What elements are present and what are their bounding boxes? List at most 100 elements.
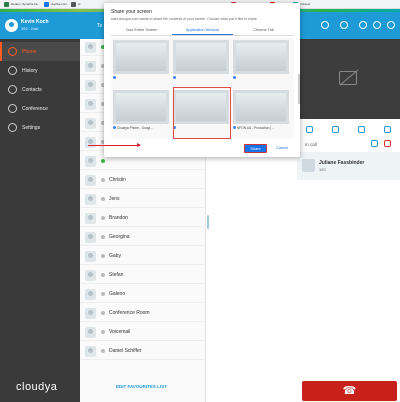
partner-name: Juliane Fassbinder (319, 160, 365, 166)
contact-name: Conference Room (109, 310, 150, 316)
microphone-icon[interactable] (332, 125, 340, 133)
tab-chrome-tab[interactable]: Chrome Tab (233, 26, 294, 35)
contact-name: Christin (109, 177, 126, 183)
cancel-button[interactable]: Cancel (271, 144, 293, 153)
window-caption (173, 76, 231, 80)
window-caption-text: Cloudya Phone - Googl... (117, 126, 153, 130)
window-preview (236, 43, 286, 71)
contact-name: Jens (109, 196, 120, 202)
annotation-arrow (88, 145, 140, 146)
bookmark-favicon-icon (70, 1, 76, 7)
window-preview (116, 93, 166, 121)
clock-icon (8, 66, 17, 75)
sidebar-item-label: History (22, 67, 38, 74)
contact-avatar (85, 326, 96, 338)
user-extension: 392 - Kan (21, 26, 39, 31)
gear-icon (8, 123, 17, 132)
avatar (5, 19, 18, 32)
tab-entire-screen[interactable]: Your Entire Screen (111, 26, 172, 35)
call-header (297, 12, 400, 39)
window-thumbnail[interactable] (113, 40, 169, 74)
window-caption (233, 76, 291, 80)
window-thumbnail[interactable] (233, 40, 289, 74)
contact-avatar (85, 155, 96, 167)
bookmark[interactable]: pr (70, 1, 81, 7)
contact-avatar (85, 212, 96, 224)
window-preview (116, 43, 166, 71)
contact-name: Georgina (109, 234, 130, 240)
edit-favourites-link[interactable]: EDIT FAVOURITES LIST (116, 384, 167, 389)
bell-icon[interactable] (373, 21, 381, 29)
list-item[interactable]: Daniel Schiffer (80, 343, 206, 360)
user-header[interactable]: Kevin Koch 392 - Kan (0, 12, 80, 39)
call-partner[interactable]: Juliane Fassbinder 383 (297, 152, 400, 180)
sidebar-item-settings[interactable]: Settings (0, 118, 80, 137)
dialog-title: Share your screen (111, 9, 152, 15)
presence-dot (101, 197, 105, 201)
info-icon[interactable] (387, 21, 395, 29)
presence-dot (101, 216, 105, 220)
window-caption (113, 76, 171, 80)
window-favicon-icon (113, 76, 116, 79)
presence-dot (101, 330, 105, 334)
sidebar-item-contacts[interactable]: Contacts (0, 80, 80, 99)
bookmark-label: skyrtke.com (50, 2, 67, 6)
presence-dot (101, 254, 105, 258)
refresh-icon[interactable] (340, 21, 348, 29)
list-item[interactable]: Jens (80, 191, 206, 208)
sidebar-item-phone[interactable]: Phone (0, 42, 80, 61)
hangup-small-icon[interactable] (384, 140, 391, 147)
bookmark-favicon-icon (4, 1, 9, 7)
contact-avatar (85, 345, 96, 357)
avatar (302, 159, 315, 172)
dialog-subtitle: start.cloudya.com wants to share the con… (111, 17, 258, 21)
window-favicon-icon (233, 76, 236, 79)
transfer-icon[interactable] (371, 140, 378, 147)
favourites-header-label: To (97, 23, 103, 29)
dialpad-icon[interactable] (306, 125, 314, 133)
bookmark[interactable]: skyrtke.com (43, 1, 67, 7)
dialog-scrollbar[interactable] (298, 74, 300, 104)
screen-share-icon[interactable] (357, 125, 365, 133)
contact-avatar (85, 193, 96, 205)
share-button[interactable]: Share (244, 144, 267, 153)
hangup-button[interactable]: ☎ (302, 381, 397, 401)
window-thumbnail[interactable] (173, 40, 229, 74)
contact-avatar (85, 231, 96, 243)
contact-name: Brandon (109, 215, 128, 221)
window-preview (236, 93, 286, 121)
contact-avatar (85, 307, 96, 319)
list-item[interactable]: Christin (80, 172, 206, 189)
sidebar-item-conference[interactable]: Conference (0, 99, 80, 118)
chat-icon[interactable] (359, 21, 367, 29)
bookmark-label: Intranet (300, 2, 311, 6)
list-item[interactable]: Voicemail (80, 324, 206, 341)
sidebar-item-history[interactable]: History (0, 61, 80, 80)
main-nav: Phone History Contacts Conference Settin… (0, 42, 80, 137)
brand-logo: cloudya (16, 381, 58, 393)
phone-icon (8, 47, 17, 56)
contact-avatar (85, 250, 96, 262)
bookmark[interactable]: Duden | Sprache ka... (4, 1, 40, 7)
window-thumbnail[interactable] (113, 90, 169, 124)
contact-name: Stefan (109, 272, 124, 278)
tab-application-window[interactable]: Application Window (172, 26, 233, 35)
presence-dot (101, 159, 105, 163)
list-item[interactable]: Brandon (80, 210, 206, 227)
window-favicon-icon (113, 126, 116, 129)
video-icon[interactable] (383, 125, 391, 133)
sidebar: Kevin Koch 392 - Kan Phone History Conta… (0, 12, 80, 402)
window-thumbnail[interactable] (233, 90, 289, 124)
scroll-handle[interactable] (207, 215, 209, 229)
call-controls (297, 122, 400, 136)
sidebar-item-label: Conference (22, 105, 48, 112)
contact-avatar (85, 117, 96, 129)
sidebar-item-label: Contacts (22, 86, 42, 93)
list-item[interactable]: Conference Room (80, 305, 206, 322)
search-icon[interactable] (321, 21, 329, 29)
contact-name: Voicemail (109, 329, 131, 335)
list-item[interactable]: Georgina (80, 229, 206, 246)
list-item[interactable]: Stefan (80, 267, 206, 284)
list-item[interactable]: Galeno (80, 286, 206, 303)
list-item[interactable]: Gaby (80, 248, 206, 265)
